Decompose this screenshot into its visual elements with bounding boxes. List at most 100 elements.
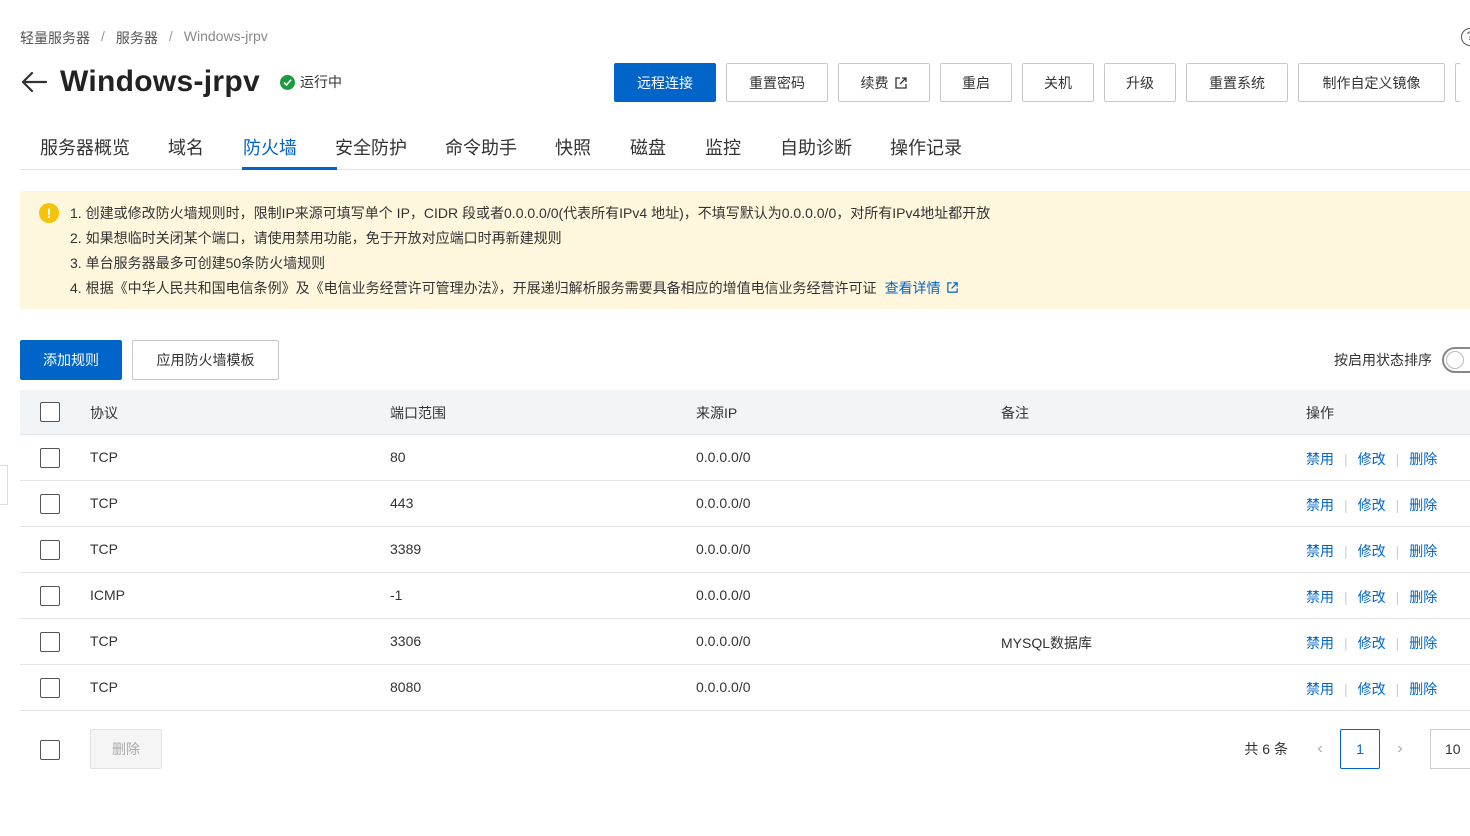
shutdown-button[interactable]: 关机 [1022,63,1094,102]
table-footer: 删除 共 6 条 ‹ 1 › 10 [20,728,1470,770]
delete-link[interactable]: 删除 [1409,679,1437,699]
table-header: 协议 端口范围 来源IP 备注 操作 [20,390,1470,435]
upgrade-button[interactable]: 升级 [1104,63,1176,102]
tab-security[interactable]: 安全防护 [335,134,407,160]
view-details-link[interactable]: 查看详情 [885,280,959,296]
disable-link[interactable]: 禁用 [1306,495,1334,515]
tab-self-diagnosis[interactable]: 自助诊断 [780,134,852,160]
cell-protocol: ICMP [90,587,125,603]
table-row: TCP 443 0.0.0.0/0 禁用 | 修改 | 删除 [20,481,1470,527]
op-separator: | [1395,681,1400,697]
breadcrumb-item-servers[interactable]: 服务器 [116,28,158,48]
edit-link[interactable]: 修改 [1358,679,1386,699]
disable-link[interactable]: 禁用 [1306,587,1334,607]
cell-source-ip: 0.0.0.0/0 [696,633,751,649]
tab-overview[interactable]: 服务器概览 [40,134,130,160]
delete-link[interactable]: 删除 [1409,449,1437,469]
row-checkbox[interactable] [40,678,60,698]
row-operations: 禁用 | 修改 | 删除 [1306,495,1437,515]
header-protocol: 协议 [90,405,118,421]
footer-select-all-checkbox[interactable] [40,740,60,760]
batch-delete-button[interactable]: 删除 [90,729,162,769]
prev-page-icon[interactable]: ‹ [1310,740,1330,758]
tab-command-assistant[interactable]: 命令助手 [445,134,517,160]
row-checkbox[interactable] [40,540,60,560]
remote-connect-button[interactable]: 远程连接 [614,63,716,102]
tab-operation-log[interactable]: 操作记录 [890,134,962,160]
cell-protocol: TCP [90,633,118,649]
row-checkbox[interactable] [40,448,60,468]
back-arrow-icon[interactable] [20,68,48,96]
tab-monitor[interactable]: 监控 [705,134,741,160]
tab-disk[interactable]: 磁盘 [630,134,666,160]
op-separator: | [1344,635,1348,651]
edit-link[interactable]: 修改 [1358,541,1386,561]
renew-button[interactable]: 续费 [838,63,930,102]
table-row: TCP 80 0.0.0.0/0 禁用 | 修改 | 删除 [20,435,1470,481]
tab-domain[interactable]: 域名 [168,134,204,160]
cell-source-ip: 0.0.0.0/0 [696,679,751,695]
reset-system-button[interactable]: 重置系统 [1186,63,1288,102]
notice-line-3: 3. 单台服务器最多可创建50条防火墙规则 [70,255,326,271]
select-all-checkbox[interactable] [40,402,60,422]
reboot-button[interactable]: 重启 [940,63,1012,102]
cell-port-range: 443 [390,495,414,511]
cell-source-ip: 0.0.0.0/0 [696,541,751,557]
breadcrumb-item-current: Windows-jrpv [183,28,268,44]
edit-link[interactable]: 修改 [1358,495,1386,515]
cell-port-range: 3389 [390,541,422,557]
breadcrumb-item-lightweight-server[interactable]: 轻量服务器 [20,28,90,48]
edit-link[interactable]: 修改 [1358,449,1386,469]
next-page-icon[interactable]: › [1390,740,1410,758]
actions-row: 添加规则 应用防火墙模板 按启用状态排序 [20,340,1470,380]
notice-line-1: 1. 创建或修改防火墙规则时，限制IP来源可填写单个 IP，CIDR 段或者0.… [70,205,991,221]
more-button[interactable] [1455,63,1461,102]
renew-label: 续费 [860,74,889,91]
breadcrumb: 轻量服务器 / 服务器 / Windows-jrpv [20,28,268,48]
row-operations: 禁用 | 修改 | 删除 [1306,587,1437,607]
row-operations: 禁用 | 修改 | 删除 [1306,449,1437,469]
op-separator: | [1344,681,1348,697]
edit-link[interactable]: 修改 [1358,633,1386,653]
op-separator: | [1344,497,1348,513]
notice-line-2: 2. 如果想临时关闭某个端口，请使用禁用功能，免于开放对应端口时再新建规则 [70,230,562,246]
table-row: TCP 3389 0.0.0.0/0 禁用 | 修改 | 删除 [20,527,1470,573]
page-size-select[interactable]: 10 [1430,729,1470,769]
sort-toggle[interactable] [1442,347,1470,373]
row-operations: 禁用 | 修改 | 删除 [1306,633,1437,653]
add-rule-button[interactable]: 添加规则 [20,340,122,380]
op-separator: | [1395,543,1400,559]
row-checkbox[interactable] [40,494,60,514]
delete-link[interactable]: 删除 [1409,495,1437,515]
op-separator: | [1344,589,1348,605]
header-operations: 操作 [1306,405,1334,421]
apply-template-button[interactable]: 应用防火墙模板 [132,340,279,380]
cell-source-ip: 0.0.0.0/0 [696,449,751,465]
status-badge: 运行中 [280,72,342,92]
delete-link[interactable]: 删除 [1409,587,1437,607]
disable-link[interactable]: 禁用 [1306,541,1334,561]
tab-firewall[interactable]: 防火墙 [243,134,297,160]
row-checkbox[interactable] [40,632,60,652]
delete-link[interactable]: 删除 [1409,633,1437,653]
help-icon[interactable]: ? [1461,28,1470,46]
side-collapse-handle[interactable] [0,465,8,505]
view-details-label: 查看详情 [884,280,941,296]
disable-link[interactable]: 禁用 [1306,449,1334,469]
cell-note: MYSQL数据库 [1001,635,1093,651]
row-operations: 禁用 | 修改 | 删除 [1306,541,1437,561]
disable-link[interactable]: 禁用 [1306,633,1334,653]
row-checkbox[interactable] [40,586,60,606]
tab-snapshot[interactable]: 快照 [555,134,591,160]
create-custom-image-button[interactable]: 制作自定义镜像 [1298,63,1445,102]
edit-link[interactable]: 修改 [1358,587,1386,607]
cell-port-range: 80 [390,449,406,465]
delete-link[interactable]: 删除 [1409,541,1437,561]
page-1-button[interactable]: 1 [1340,729,1380,769]
disable-link[interactable]: 禁用 [1306,679,1334,699]
table-row: TCP 3306 0.0.0.0/0 MYSQL数据库 禁用 | 修改 | 删除 [20,619,1470,665]
op-separator: | [1395,497,1400,513]
reset-password-button[interactable]: 重置密码 [726,63,828,102]
row-operations: 禁用 | 修改 | 删除 [1306,679,1437,699]
cell-protocol: TCP [90,449,118,465]
